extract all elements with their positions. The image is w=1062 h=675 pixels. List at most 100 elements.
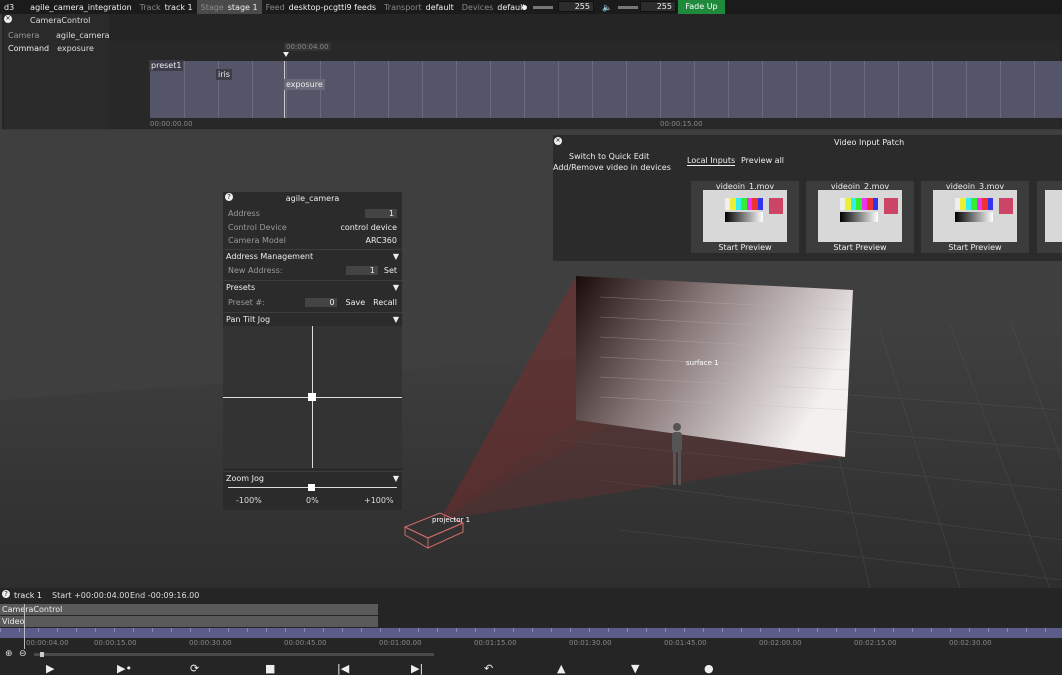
transport-label: Transport [384,2,422,12]
scrollbar-thumb[interactable] [40,652,44,657]
test-pattern-thumbnail [703,190,787,242]
record-icon[interactable]: ● [704,662,714,675]
timeline-start-time: 00:00:00.00 [150,120,193,128]
collapse-arrow-icon[interactable]: ▼ [393,474,399,483]
control-device-value[interactable]: control device [340,223,397,232]
brightness-control [518,0,563,14]
keyframe-iris[interactable]: iris [216,69,232,80]
new-address-label: New Address: [228,266,283,275]
tab-local-inputs[interactable]: Local Inputs [687,156,736,166]
switch-quick-edit-link[interactable]: Switch to Quick Edit [569,152,649,161]
brightness-input[interactable]: 255 [558,1,594,12]
zoom-in-icon[interactable]: ⊕ [5,649,13,659]
track-name[interactable]: track 1 [14,591,42,600]
stop-icon[interactable]: ■ [265,662,275,675]
ruler-tick [57,628,58,632]
close-icon[interactable]: ✕ [554,137,562,145]
collapse-arrow-icon[interactable]: ▼ [393,283,399,292]
layer-video[interactable]: Video [0,616,378,627]
ruler-tick [114,628,115,632]
ruler-label: 00:01:30.00 [569,639,612,647]
pan-tilt-header[interactable]: Pan Tilt Jog ▼ [223,312,402,326]
keyframe-exposure[interactable]: exposure [284,79,325,90]
stage-selector[interactable]: Stage stage 1 [196,0,262,14]
frame-tick [252,61,253,118]
info-icon[interactable]: ? [2,590,10,598]
zoom-out-icon[interactable]: ⊖ [19,649,27,659]
ruler-label: 00:00:45.00 [284,639,327,647]
presets-label: Presets [226,283,256,292]
collapse-arrow-icon[interactable]: ▼ [393,252,399,261]
fade-up-button[interactable]: Fade Up [678,0,725,14]
start-preview-button[interactable]: Start Preview [921,243,1029,252]
ruler-tick [855,628,856,632]
volume-input[interactable]: 255 [640,1,676,12]
bottom-playhead[interactable] [24,604,25,649]
video-input-patch-title: Video Input Patch [834,138,905,147]
start-preview-button[interactable]: Start Preview [691,243,799,252]
ruler-tick [1007,628,1008,632]
feed-selector[interactable]: Feed desktop-pcgtti9 feeds [262,0,380,14]
return-icon[interactable]: ↶ [484,662,493,675]
test-pattern-thumbnail [1045,190,1062,242]
ruler-tick [608,628,609,632]
address-management-header[interactable]: Address Management ▼ [223,249,402,263]
ruler-tick [988,628,989,632]
control-device-row: Control Device control device [228,221,397,234]
ruler-label: 00:02:00.00 [759,639,802,647]
zoom-slider-handle[interactable] [308,484,315,491]
command-value: exposure [57,44,94,53]
zoom-jog-header[interactable]: Zoom Jog ▼ [223,471,402,485]
ruler-tick [627,628,628,632]
brightness-slider[interactable] [533,5,553,9]
layer-camera-control[interactable]: CameraControl [0,604,378,615]
time-ruler[interactable] [0,628,1062,638]
video-card-3[interactable]: videoin_3.mov Start Preview [921,181,1029,253]
preset-input[interactable]: 0 [305,298,338,307]
command-row[interactable]: Command exposure [8,44,94,53]
playhead-marker-icon[interactable] [283,52,289,57]
close-icon[interactable]: ✕ [4,15,12,23]
video-card-4-partial[interactable] [1037,181,1062,253]
set-button[interactable]: Set [384,266,397,275]
add-remove-devices-link[interactable]: Add/Remove video in devices [553,163,671,172]
timeline-scrollbar[interactable] [34,652,434,657]
stage-label: Stage [200,2,224,12]
start-preview-button[interactable]: Start Preview [806,243,914,252]
ruler-tick [950,628,951,632]
previous-section-icon[interactable]: |◀ [337,662,349,675]
pan-tilt-pad[interactable] [223,326,402,468]
recall-button[interactable]: Recall [373,298,397,307]
project-name[interactable]: agile_camera_integration [26,0,136,14]
track-end: End -00:09:16.00 [130,591,200,600]
down-arrow-icon[interactable]: ▼ [631,662,639,675]
up-arrow-icon[interactable]: ▲ [557,662,565,675]
ruler-tick [874,628,875,632]
address-management-label: Address Management [226,252,314,261]
volume-slider[interactable] [617,5,638,9]
pan-tilt-handle[interactable] [308,393,316,401]
ruler-tick [76,628,77,632]
ruler-tick [722,628,723,632]
ruler-label: 00:01:45.00 [664,639,707,647]
app-label: d3 [0,0,18,14]
keyframe-preset[interactable]: preset1 [149,60,184,71]
cursor-timecode: 00:00:04.00 [284,43,331,51]
new-address-input[interactable]: 1 [345,266,378,275]
loop-icon[interactable]: ⟳ [190,662,199,675]
video-card-2[interactable]: videoin_2.mov Start Preview [806,181,914,253]
address-input[interactable]: 1 [365,209,397,218]
save-button[interactable]: Save [345,298,365,307]
play-to-end-icon[interactable]: ▶• [117,662,132,675]
video-card-1[interactable]: videoin_1.mov Start Preview [691,181,799,253]
collapse-arrow-icon[interactable]: ▼ [393,315,399,324]
frame-tick [966,61,967,118]
track-selector[interactable]: Track track 1 [136,0,197,14]
play-icon[interactable]: ▶ [46,662,54,675]
transport-selector[interactable]: Transport default [380,0,458,14]
camera-value: agile_camera [56,31,110,40]
next-section-icon[interactable]: ▶| [411,662,423,675]
camera-row[interactable]: Camera agile_camera [8,31,110,40]
presets-header[interactable]: Presets ▼ [223,280,402,294]
tab-preview-all[interactable]: Preview all [741,156,784,165]
